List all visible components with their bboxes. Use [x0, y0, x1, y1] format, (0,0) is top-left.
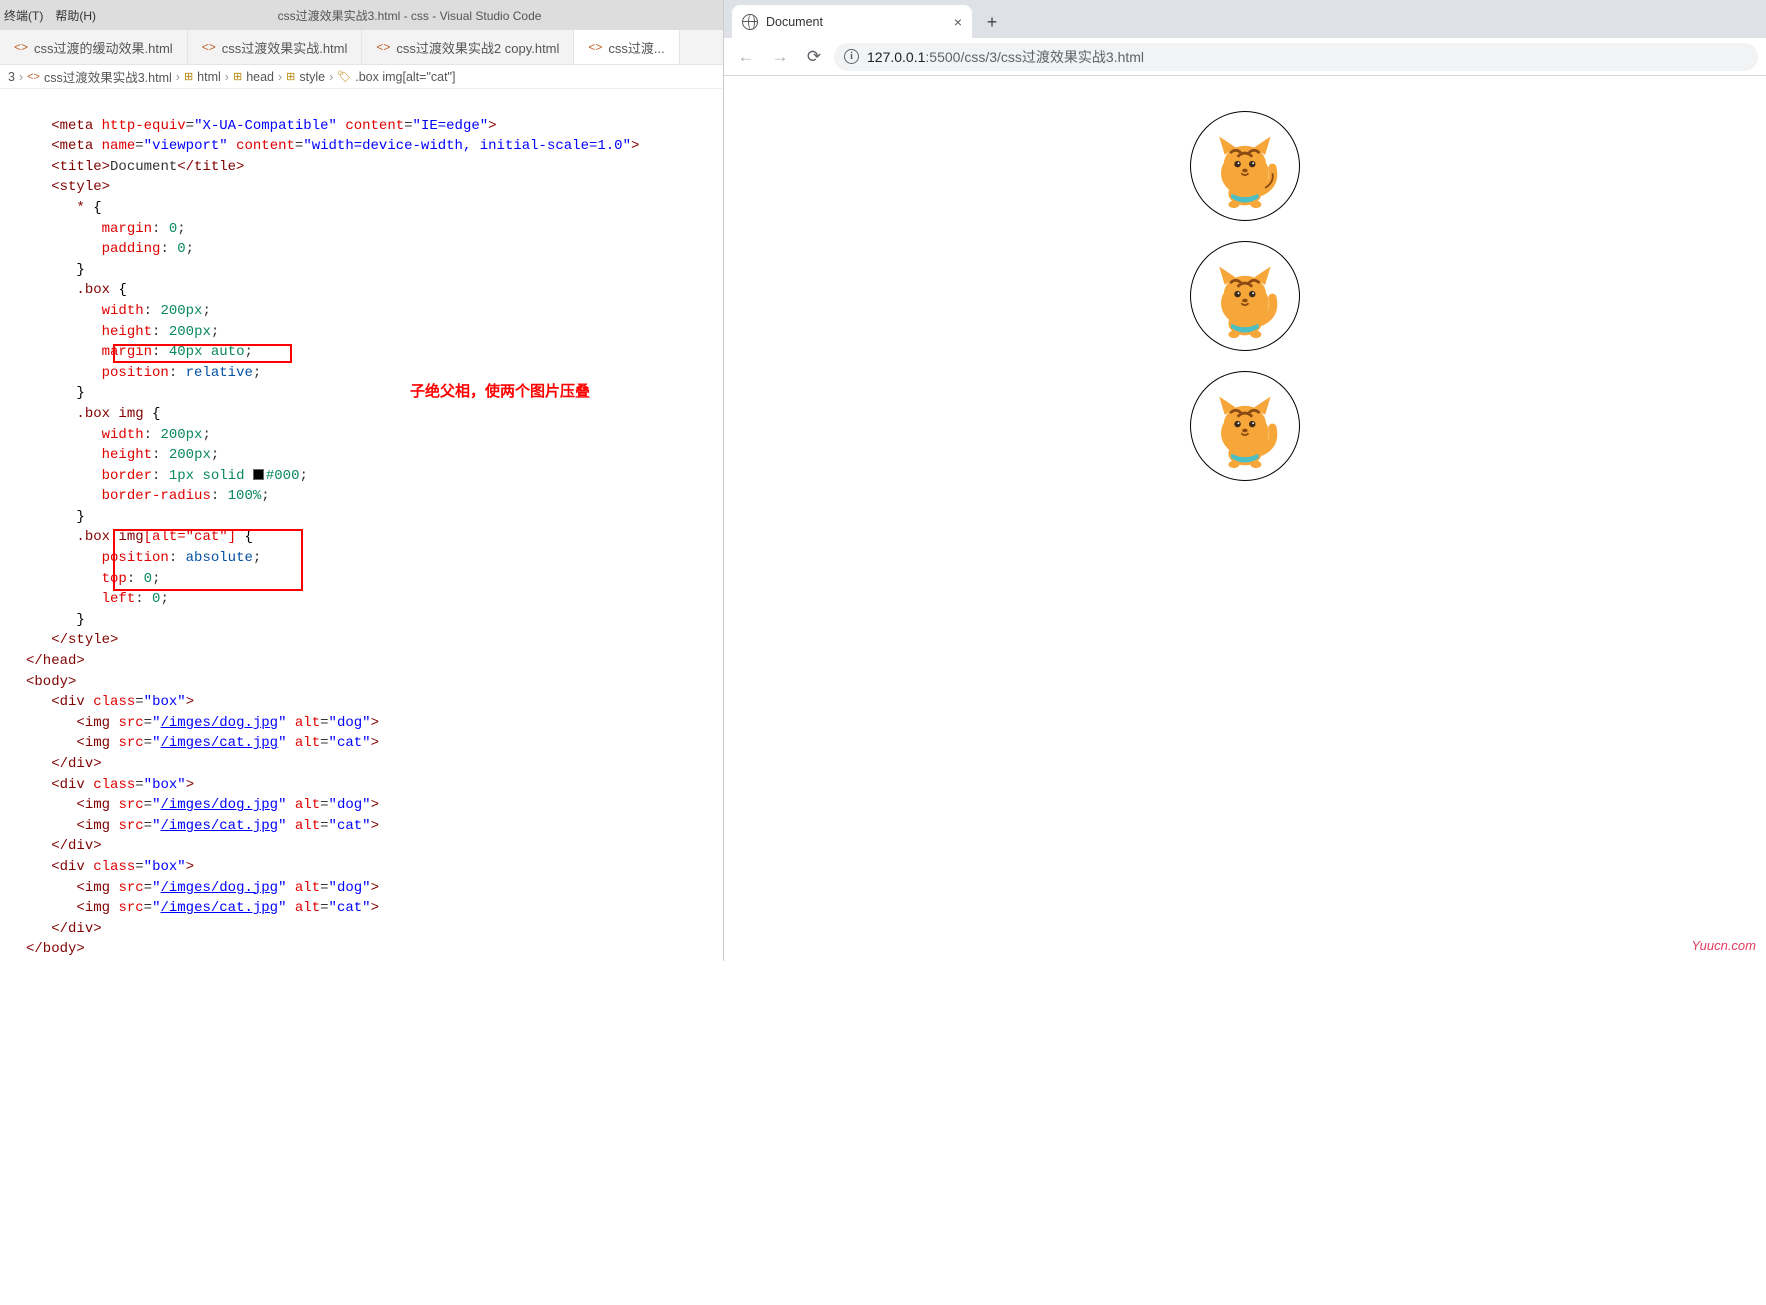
html-icon: <>	[14, 40, 28, 54]
bc-item[interactable]: html	[197, 70, 221, 84]
tab-file-1[interactable]: <> css过渡的缓动效果.html	[0, 30, 188, 64]
forward-button[interactable]: →	[766, 43, 794, 71]
element-icon: ⊞	[233, 70, 242, 83]
tab-label: css过渡...	[608, 38, 664, 57]
highlight-box-2	[113, 529, 303, 591]
tab-title: Document	[766, 15, 823, 29]
cat-image-1	[1190, 111, 1300, 221]
close-icon[interactable]: ×	[954, 14, 962, 30]
cat-icon	[1199, 120, 1291, 212]
menu-terminal[interactable]: 终端(T)	[4, 7, 43, 24]
highlight-box-1	[113, 344, 292, 363]
element-icon: ⊞	[184, 70, 193, 83]
breadcrumbs[interactable]: 3› <>css过渡效果实战3.html› ⊞html› ⊞head› ⊞sty…	[0, 65, 723, 89]
html-icon: <>	[202, 40, 216, 54]
html-icon: <>	[27, 71, 40, 83]
tab-label: css过渡效果实战2 copy.html	[396, 38, 559, 57]
editor-tabs: <> css过渡的缓动效果.html <> css过渡效果实战.html <> css…	[0, 30, 723, 65]
vscode-window: 终端(T) 帮助(H) css过渡效果实战3.html - css - Visu…	[0, 0, 724, 961]
chrome-tabstrip: Document × +	[724, 0, 1766, 38]
tab-file-4[interactable]: <> css过渡...	[574, 30, 679, 64]
cat-image-3	[1190, 371, 1300, 481]
browser-window: Document × + ← → ⟳ i 127.0.0.1:5500/css/…	[724, 0, 1766, 961]
bc-item[interactable]: css过渡效果实战3.html	[44, 67, 172, 86]
globe-icon	[742, 14, 758, 30]
page-content	[724, 76, 1766, 961]
browser-tab[interactable]: Document ×	[732, 5, 972, 38]
watermark: Yuucn.com	[1691, 938, 1756, 953]
browser-toolbar: ← → ⟳ i 127.0.0.1:5500/css/3/css过渡效果实战3.…	[724, 38, 1766, 76]
code-editor[interactable]: <meta http-equiv="X-UA-Compatible" conte…	[0, 89, 723, 961]
bc-item[interactable]: style	[299, 70, 325, 84]
cat-icon	[1199, 380, 1291, 472]
html-icon: <>	[588, 40, 602, 54]
info-icon[interactable]: i	[844, 49, 859, 64]
selector-icon: 🏷	[337, 70, 351, 83]
url: 127.0.0.1:5500/css/3/css过渡效果实战3.html	[867, 47, 1144, 67]
menubar: 终端(T) 帮助(H) css过渡效果实战3.html - css - Visu…	[0, 0, 723, 30]
bc-item[interactable]: head	[246, 70, 274, 84]
reload-button[interactable]: ⟳	[800, 43, 828, 71]
element-icon: ⊞	[286, 70, 295, 83]
tab-file-3[interactable]: <> css过渡效果实战2 copy.html	[362, 30, 574, 64]
new-tab-button[interactable]: +	[978, 8, 1006, 36]
tab-label: css过渡效果实战.html	[222, 38, 348, 57]
html-icon: <>	[376, 40, 390, 54]
tab-file-2[interactable]: <> css过渡效果实战.html	[188, 30, 363, 64]
window-title: css过渡效果实战3.html - css - Visual Studio Co…	[108, 7, 711, 24]
address-bar[interactable]: i 127.0.0.1:5500/css/3/css过渡效果实战3.html	[834, 43, 1758, 71]
annotation-text: 子绝父相，使两个图片压叠	[410, 382, 590, 403]
cat-image-2	[1190, 241, 1300, 351]
menu-help[interactable]: 帮助(H)	[55, 7, 96, 24]
bc-item[interactable]: 3	[8, 70, 15, 84]
cat-icon	[1199, 250, 1291, 342]
back-button[interactable]: ←	[732, 43, 760, 71]
tab-label: css过渡的缓动效果.html	[34, 38, 173, 57]
bc-item[interactable]: .box img[alt="cat"]	[355, 70, 455, 84]
